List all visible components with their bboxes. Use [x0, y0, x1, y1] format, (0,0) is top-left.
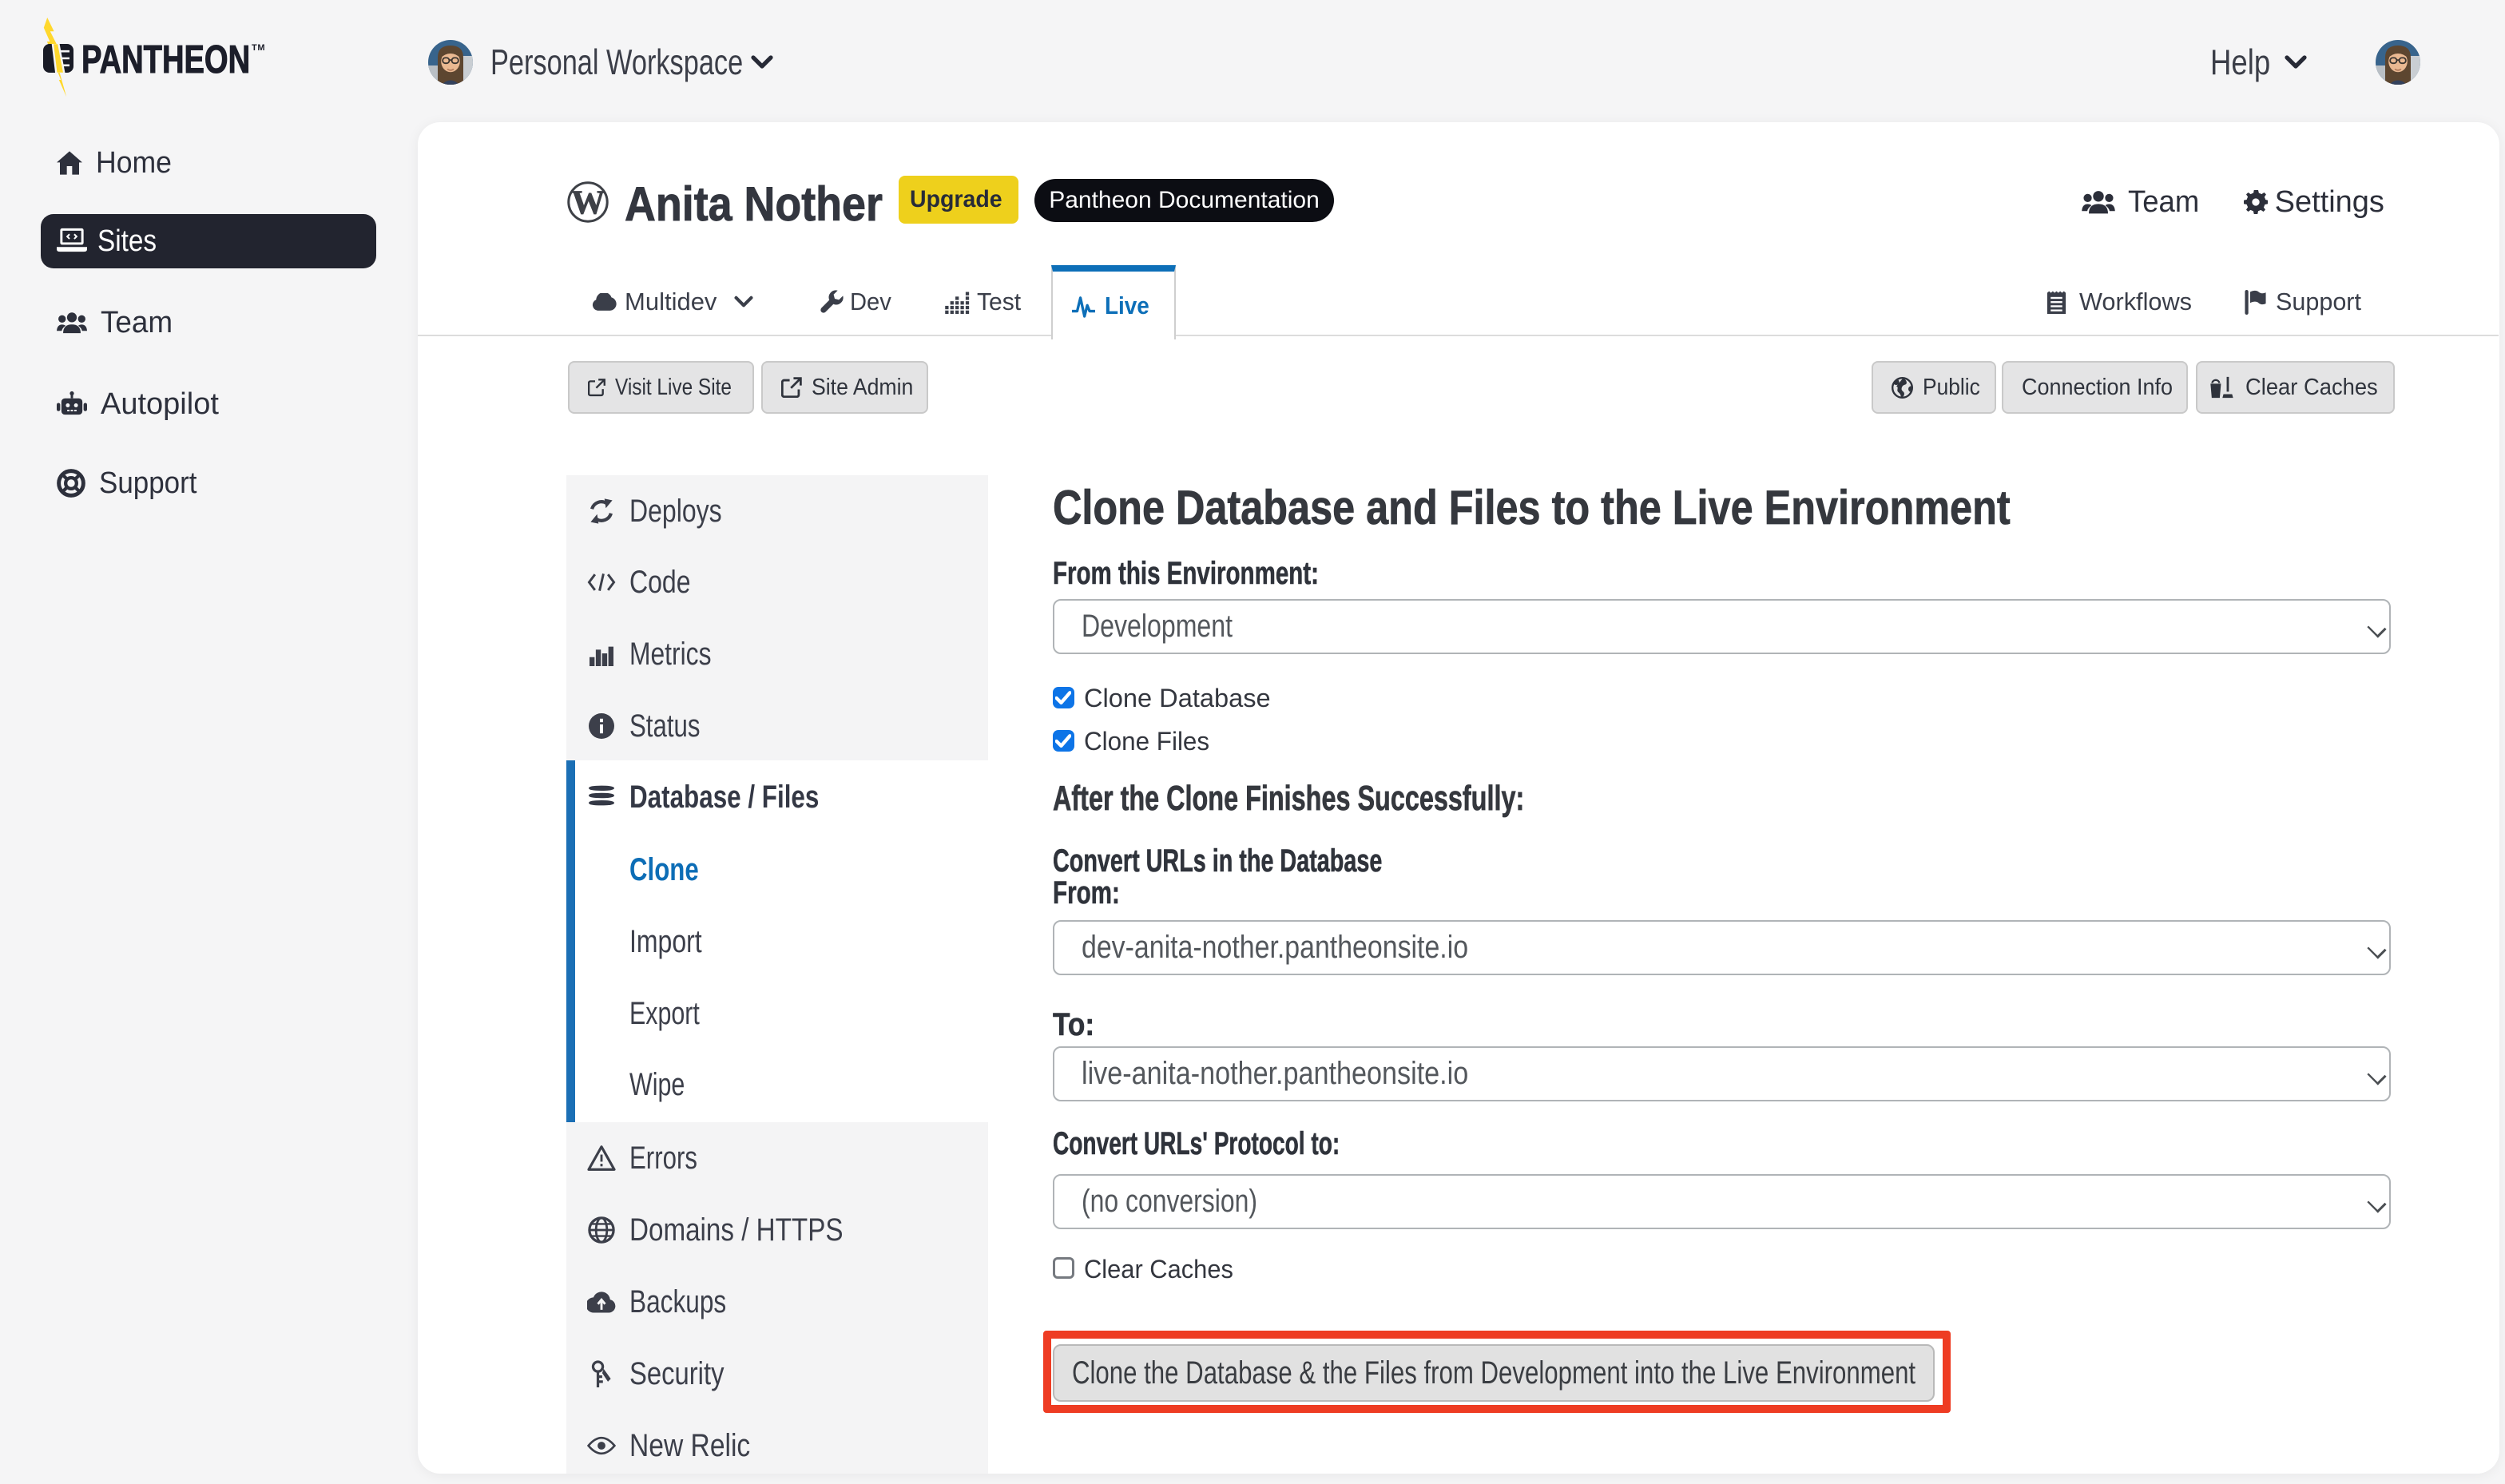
svg-text:W: W — [571, 185, 605, 221]
